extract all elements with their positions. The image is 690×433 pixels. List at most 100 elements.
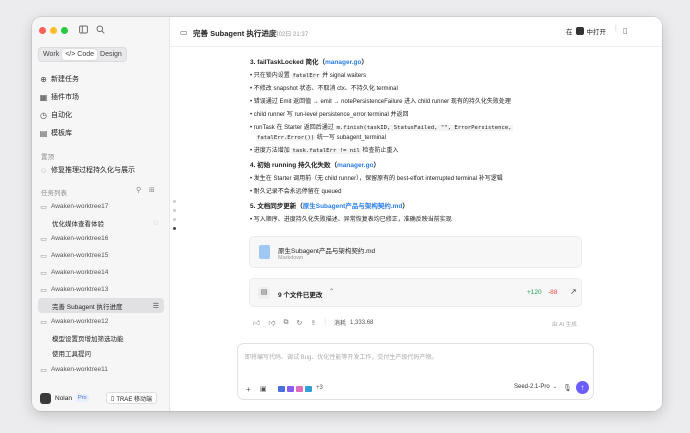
task-item-selected[interactable]: 完善 Subagent 执行进度 ☰ bbox=[38, 298, 164, 313]
changes-label: 9 个文件已更改 bbox=[278, 292, 323, 299]
worktree-item[interactable]: ▭ Awaken-worktree12 bbox=[38, 314, 164, 329]
tool-icon-blue[interactable] bbox=[278, 386, 285, 392]
nav-label: 模板库 bbox=[51, 130, 72, 137]
avatar[interactable] bbox=[40, 393, 51, 404]
task-menu-icon[interactable]: ☰ bbox=[153, 302, 159, 310]
close-window-button[interactable] bbox=[39, 27, 46, 34]
bullet-item-cont: fatalErr.Error()) 统一写 subagent_terminal bbox=[256, 135, 386, 141]
folder-icon: ▭ bbox=[40, 252, 47, 260]
composer: 即将编写代码、调试 Bug、优化性能等开发工作，交付生产级代码产物。 + ▣ +… bbox=[237, 343, 594, 400]
tool-icon-purple[interactable] bbox=[287, 386, 294, 392]
worktree-item[interactable]: ▭ Awaken-worktree17 bbox=[38, 199, 164, 214]
share-icon[interactable]: ⇪ bbox=[310, 319, 316, 327]
worktree-label: Awaken-worktree16 bbox=[51, 235, 109, 242]
maximize-window-button[interactable] bbox=[61, 27, 68, 34]
add-icon[interactable]: + bbox=[246, 385, 251, 394]
chat-icon: ▭ bbox=[180, 28, 188, 37]
nav-plugin-market[interactable]: ▦ 插件市场 bbox=[38, 90, 79, 104]
prompt-input[interactable]: 即将编写代码、调试 Bug、优化性能等开发工作，交付生产级代码产物。 bbox=[245, 352, 585, 361]
bullet-item: • runTask 在 Starter 返回后通过 m.finish(taskI… bbox=[250, 125, 513, 131]
user-name: Nolan bbox=[55, 395, 72, 402]
tab-design[interactable]: Design bbox=[97, 49, 125, 60]
search-icon[interactable] bbox=[96, 25, 105, 36]
file-card[interactable]: 原生Subagent产品与架构契约.md Markdown bbox=[249, 236, 582, 268]
expand-icon[interactable]: ⌃ bbox=[329, 288, 334, 295]
worktree-item[interactable]: ▭ Awaken-worktree15 bbox=[38, 248, 164, 263]
worktree-label: Awaken-worktree15 bbox=[51, 252, 109, 259]
minimize-window-button[interactable] bbox=[50, 27, 57, 34]
bullet-item: • 错误通过 Emit 返回值 → emit → notePersistence… bbox=[250, 99, 511, 105]
mobile-app-label: TRAE 移动端 bbox=[116, 396, 152, 403]
nav-automation[interactable]: ◷ 自动化 bbox=[38, 108, 72, 122]
thumbs-up-icon[interactable]: 👍︎ bbox=[253, 318, 260, 327]
sidebar-footer: Nolan Pro ▯ TRAE 移动端 bbox=[32, 390, 169, 411]
pinned-task[interactable]: ◌ 修复推理过程持久化与展示 bbox=[38, 163, 135, 177]
top-bar: ▭ 完善 Subagent 执行进度 08月02日 21:37 在 中打开 | … bbox=[170, 17, 662, 47]
bullet-item: • 发生在 Starter 调用前（无 child runner），保留原有的 … bbox=[250, 176, 503, 182]
task-item[interactable]: 模型设置页增加筛选功能 bbox=[38, 330, 164, 345]
folder-icon: ▭ bbox=[40, 269, 47, 277]
ai-generated-label: 由 AI 生成 bbox=[552, 322, 577, 328]
thumbs-down-icon[interactable]: 👎︎ bbox=[268, 318, 275, 327]
timestamp: 08月02日 21:37 bbox=[266, 32, 309, 38]
file-link[interactable]: manager.go bbox=[325, 59, 361, 66]
main-panel: ▭ 完善 Subagent 执行进度 08月02日 21:37 在 中打开 | … bbox=[169, 17, 662, 411]
new-folder-icon[interactable]: ⊞ bbox=[149, 186, 155, 194]
image-icon[interactable]: ▣ bbox=[260, 385, 267, 393]
scroll-indicator[interactable] bbox=[173, 200, 176, 230]
section-heading: 4. 初始 running 持久化失败（manager.go） bbox=[250, 162, 381, 169]
task-label: 模型设置页增加筛选功能 bbox=[52, 335, 124, 343]
retry-icon[interactable]: ↻ bbox=[296, 319, 302, 327]
markdown-file-icon bbox=[259, 245, 270, 259]
send-button[interactable]: ↑ bbox=[576, 381, 589, 394]
app-window: Work </> Code Design ⊕ 新建任务 ▦ 插件市场 ◷ 自动化 ▤ 模… bbox=[32, 17, 662, 411]
tab-code[interactable]: </> Code bbox=[62, 49, 98, 60]
tool-icon-cyan[interactable] bbox=[305, 386, 312, 392]
worktree-label: Awaken-worktree12 bbox=[51, 318, 109, 325]
file-link[interactable]: manager.go bbox=[337, 162, 373, 169]
tool-icon-pink[interactable] bbox=[296, 386, 303, 392]
filter-icon[interactable]: ⚲ bbox=[136, 186, 141, 194]
open-in-button[interactable]: 在 中打开 bbox=[566, 26, 606, 36]
task-item[interactable]: 使用工具提问 bbox=[38, 345, 164, 360]
worktree-label: Awaken-worktree17 bbox=[51, 203, 109, 210]
nav-templates[interactable]: ▤ 模板库 bbox=[38, 126, 72, 140]
nav-new-task[interactable]: ⊕ 新建任务 bbox=[38, 72, 79, 86]
nav-label: 插件市场 bbox=[51, 94, 79, 101]
file-link[interactable]: 原生Subagent产品与架构契约.md bbox=[303, 203, 403, 210]
bullet-item: • 不修改 snapshot 状态、不取消 ctx、不持久化 terminal bbox=[250, 86, 398, 92]
sidebar: Work </> Code Design ⊕ 新建任务 ▦ 插件市场 ◷ 自动化 ▤ 模… bbox=[32, 17, 169, 411]
plugin-icon: ▦ bbox=[39, 92, 48, 102]
open-external-icon[interactable]: ↗ bbox=[570, 287, 577, 296]
model-name: Seed-2.1-Pro bbox=[514, 384, 550, 390]
changes-card[interactable]: ▤ 9 个文件已更改 ⌃ +120 -88 ↗ bbox=[249, 278, 582, 307]
open-in-prefix: 在 bbox=[566, 29, 573, 36]
file-type: Markdown bbox=[278, 255, 304, 261]
worktree-item[interactable]: ▭ Awaken-worktree16 bbox=[38, 231, 164, 246]
bullet-item: • 耐久记录不会永远停留在 queued bbox=[250, 189, 342, 195]
heading-close: ） bbox=[361, 59, 369, 66]
open-in-app: 中打开 bbox=[586, 29, 607, 36]
tokens-value: 1,333.68 bbox=[350, 319, 374, 326]
bullet-item: • child runner 写 run-level persistence_e… bbox=[250, 112, 409, 118]
tab-work[interactable]: Work bbox=[40, 49, 62, 60]
worktree-item[interactable]: ▭ Awaken-worktree13 bbox=[38, 282, 164, 297]
copy-icon[interactable]: ⧉ bbox=[283, 319, 288, 327]
more-tools-count[interactable]: +3 bbox=[316, 385, 323, 391]
files-icon: ▤ bbox=[258, 287, 270, 299]
model-selector[interactable]: Seed-2.1-Pro ⌄ bbox=[514, 384, 557, 390]
task-list-label: 任务列表 bbox=[41, 190, 67, 197]
loading-spinner-icon: ◌ bbox=[153, 218, 158, 227]
nav-label: 自动化 bbox=[51, 112, 72, 119]
layout-icon[interactable]: ▯ bbox=[623, 26, 627, 35]
task-item[interactable]: 优化媒体查看体验 ◌ bbox=[38, 215, 164, 230]
mobile-app-button[interactable]: ▯ TRAE 移动端 bbox=[106, 392, 157, 404]
template-icon: ▤ bbox=[39, 128, 48, 138]
worktree-item[interactable]: ▭ Awaken-worktree11 bbox=[38, 362, 164, 377]
worktree-item[interactable]: ▭ Awaken-worktree14 bbox=[38, 265, 164, 280]
microphone-icon[interactable]: 🎙︎ bbox=[563, 384, 572, 392]
folder-icon: ▭ bbox=[40, 286, 47, 294]
sidebar-toggle-icon[interactable] bbox=[79, 25, 88, 36]
pro-badge: Pro bbox=[76, 394, 89, 402]
nav-label: 新建任务 bbox=[51, 76, 79, 83]
